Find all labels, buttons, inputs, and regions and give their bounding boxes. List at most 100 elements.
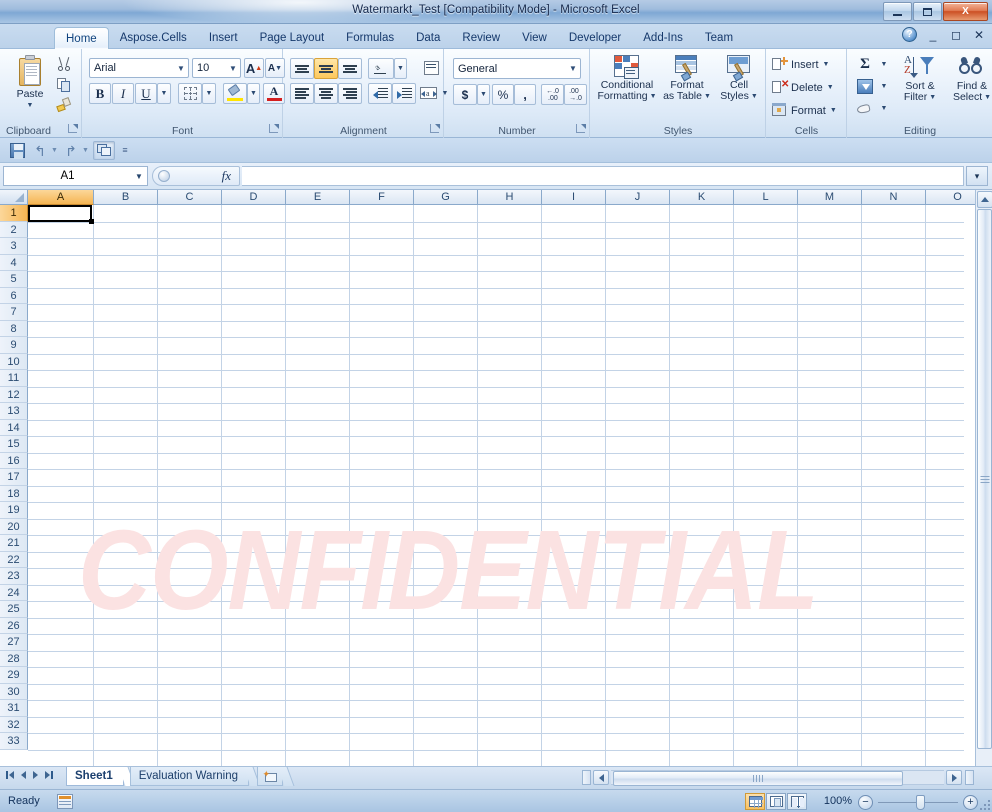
name-box-chevron-down-icon[interactable]: ▼ [131,172,147,181]
column-header-k[interactable]: K [670,190,734,205]
currency-dropdown[interactable]: ▼ [477,84,490,105]
format-painter-button[interactable] [54,95,74,113]
name-box[interactable]: A1 ▼ [3,166,148,186]
alignment-dialog-launcher[interactable] [429,124,440,135]
delete-cells-button[interactable]: ✕ Delete ▼ [769,77,845,98]
zoom-slider-handle[interactable] [916,794,926,810]
top-align-button[interactable] [290,58,314,79]
row-header-29[interactable]: 29 [0,667,28,684]
row-header-9[interactable]: 9 [0,337,28,354]
decrease-indent-button[interactable] [368,83,392,104]
font-color-button[interactable]: A [263,83,285,104]
row-header-6[interactable]: 6 [0,287,28,304]
select-all-button[interactable] [0,190,28,205]
scroll-right-button[interactable] [946,770,962,785]
ribbon-close-button[interactable]: ✕ [972,28,986,42]
horizontal-split-handle[interactable] [582,770,591,785]
column-header-l[interactable]: L [734,190,798,205]
fill-dropdown[interactable]: ▼ [878,76,890,96]
next-sheet-button[interactable] [33,771,38,779]
fill-color-button[interactable] [223,83,247,104]
align-left-button[interactable] [290,83,314,104]
wrap-text-button[interactable] [421,58,443,79]
tab-view[interactable]: View [511,27,558,49]
redo-button[interactable]: ↱ [62,141,80,160]
clipboard-dialog-launcher[interactable] [67,124,78,135]
maximize-button[interactable] [913,2,942,21]
horizontal-scrollbar[interactable] [582,769,974,786]
tab-formulas[interactable]: Formulas [335,27,405,49]
borders-button[interactable] [178,83,202,104]
underline-dropdown[interactable]: ▼ [157,83,171,104]
row-header-33[interactable]: 33 [0,733,28,750]
format-cells-button[interactable]: Format ▼ [769,100,845,121]
row-header-25[interactable]: 25 [0,601,28,618]
fill-button[interactable] [852,76,878,96]
bottom-align-button[interactable] [338,58,362,79]
customize-qat-button[interactable]: ≡ [118,141,132,160]
decrease-decimal-button[interactable]: .00 →.0 [564,84,587,105]
row-header-13[interactable]: 13 [0,403,28,420]
shrink-font-button[interactable]: A ▼ [265,58,285,78]
horizontal-scroll-thumb[interactable] [613,771,903,786]
currency-button[interactable]: $ [453,84,477,105]
row-header-1[interactable]: 1 [0,205,28,222]
row-header-23[interactable]: 23 [0,568,28,585]
undo-button[interactable]: ↰ [31,141,49,160]
align-right-button[interactable] [338,83,362,104]
merge-center-button[interactable]: a [418,83,440,104]
copy-button[interactable] [54,75,74,93]
column-header-i[interactable]: I [542,190,606,205]
tab-page-layout[interactable]: Page Layout [249,27,336,49]
tab-aspose-cells[interactable]: Aspose.Cells [109,27,198,49]
row-header-18[interactable]: 18 [0,485,28,502]
underline-button[interactable]: U [135,83,157,104]
save-button[interactable] [6,141,28,160]
row-header-15[interactable]: 15 [0,436,28,453]
sheet-tab-evaluation-warning[interactable]: Evaluation Warning [129,767,261,786]
copy-window-button[interactable] [93,141,115,160]
row-header-31[interactable]: 31 [0,700,28,717]
bold-button[interactable]: B [89,83,111,104]
zoom-slider-track[interactable] [878,794,958,810]
grow-font-button[interactable]: A ▲ [244,58,264,78]
first-sheet-button[interactable] [6,771,14,779]
tab-developer[interactable]: Developer [558,27,632,49]
font-name-chevron-down-icon[interactable]: ▼ [174,64,188,73]
column-header-a[interactable]: A [28,190,94,205]
find-select-button[interactable]: Find & Select ▼ [946,55,992,103]
last-sheet-button[interactable] [45,771,53,779]
prev-sheet-button[interactable] [21,771,26,779]
column-header-n[interactable]: N [862,190,926,205]
row-header-24[interactable]: 24 [0,584,28,601]
row-header-16[interactable]: 16 [0,452,28,469]
row-header-21[interactable]: 21 [0,535,28,552]
sheet-tab-sheet1[interactable]: Sheet1 [66,767,136,786]
column-header-m[interactable]: M [798,190,862,205]
row-header-17[interactable]: 17 [0,469,28,486]
column-header-e[interactable]: E [286,190,350,205]
fill-handle[interactable] [89,219,94,224]
row-header-26[interactable]: 26 [0,617,28,634]
column-header-f[interactable]: F [350,190,414,205]
row-header-28[interactable]: 28 [0,650,28,667]
row-header-8[interactable]: 8 [0,320,28,337]
increase-decimal-button[interactable]: ←.0 .00 [541,84,564,105]
format-as-table-button[interactable]: Format as Table ▼ [659,55,715,102]
clear-button[interactable] [852,98,878,118]
expand-formula-bar-button[interactable]: ▾ [966,166,988,186]
autosum-button[interactable]: Σ [852,54,878,74]
row-header-20[interactable]: 20 [0,518,28,535]
zoom-out-button[interactable]: − [858,794,873,810]
ribbon-minimize-button[interactable]: _ [926,28,940,42]
column-header-h[interactable]: H [478,190,542,205]
horizontal-scroll-track[interactable] [611,770,944,786]
column-header-g[interactable]: G [414,190,478,205]
font-size-chevron-down-icon[interactable]: ▼ [226,64,240,73]
clear-dropdown[interactable]: ▼ [878,98,890,118]
increase-indent-button[interactable] [392,83,416,104]
row-header-32[interactable]: 32 [0,716,28,733]
page-layout-view-button[interactable] [766,793,786,810]
tab-team[interactable]: Team [694,27,744,49]
row-header-14[interactable]: 14 [0,419,28,436]
